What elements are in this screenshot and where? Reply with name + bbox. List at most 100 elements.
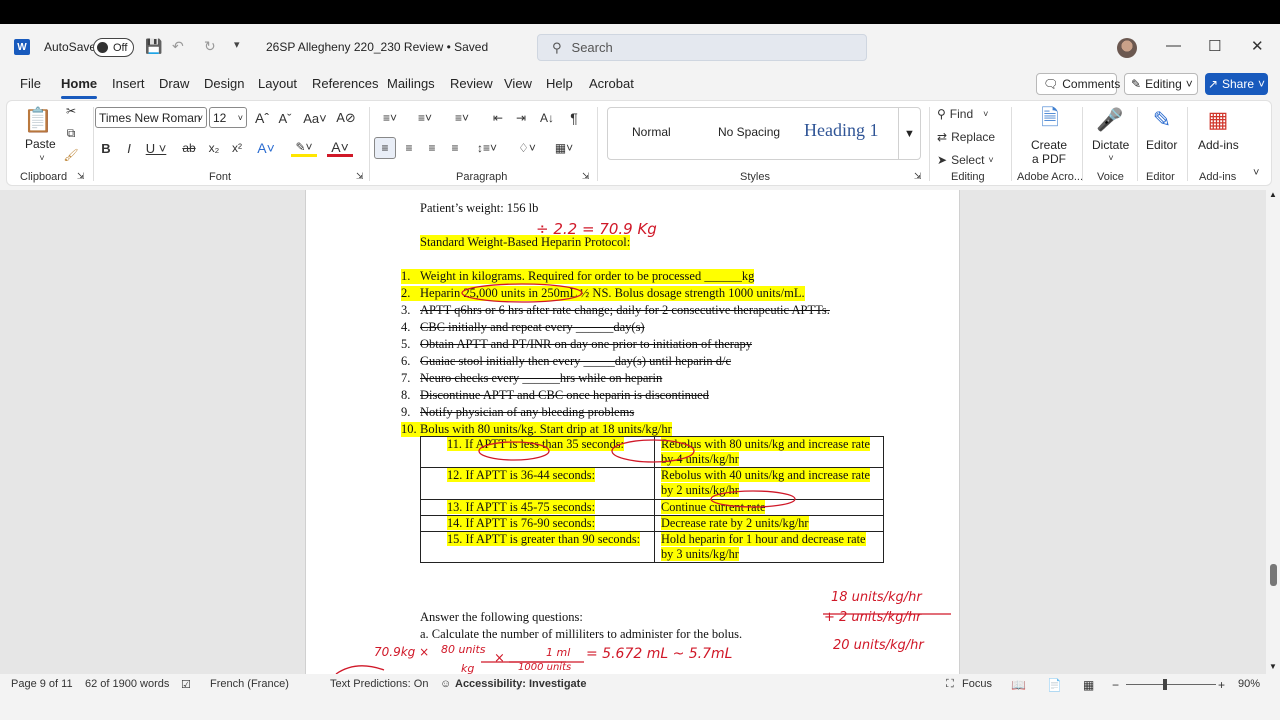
close-icon[interactable]: ✕	[1251, 37, 1264, 55]
zoom-slider[interactable]	[1126, 684, 1216, 685]
underline-icon[interactable]: U ˅	[145, 139, 167, 157]
chevron-down-icon[interactable]: ˅	[1106, 153, 1116, 163]
align-center-icon[interactable]: ≡	[400, 139, 418, 157]
share-button[interactable]: ↗ Share ˅	[1205, 73, 1268, 95]
add-ins-icon[interactable]: ▦	[1205, 105, 1231, 135]
customize-qat-icon[interactable]: ▾	[234, 38, 240, 51]
zoom-level[interactable]: 90%	[1238, 678, 1260, 690]
tab-help[interactable]: Help	[546, 76, 573, 91]
document-canvas[interactable]: Patient’s weight: 156 lb Standard Weight…	[0, 190, 1266, 674]
multilevel-list-icon[interactable]: ≡˅	[449, 109, 475, 127]
bullets-icon[interactable]: ≡˅	[377, 109, 403, 127]
print-layout-icon[interactable]: 📄	[1047, 678, 1062, 692]
create-pdf-icon[interactable]: 🗎	[1035, 105, 1065, 135]
subscript-icon[interactable]: x₂	[207, 139, 221, 157]
minimize-icon[interactable]: —	[1166, 37, 1181, 54]
tab-design[interactable]: Design	[204, 76, 244, 91]
editing-mode-button[interactable]: ✎ Editing ˅	[1124, 73, 1198, 95]
redo-icon[interactable]: ↻	[204, 38, 216, 55]
proofing-icon[interactable]: ☑	[181, 678, 191, 691]
text-effects-icon[interactable]: A˅	[255, 139, 277, 157]
highlight-color-icon[interactable]: ✎˅	[291, 139, 317, 157]
search-box[interactable]: ⚲ Search	[537, 34, 867, 61]
font-size-select[interactable]: 12 ˅	[209, 107, 247, 128]
style-no-spacing[interactable]: No Spacing	[718, 125, 780, 139]
sort-icon[interactable]: A↓	[538, 109, 556, 127]
superscript-icon[interactable]: x²	[230, 139, 244, 157]
document-page[interactable]: Patient’s weight: 156 lb Standard Weight…	[305, 190, 960, 674]
font-name-select[interactable]: Times New Roman ˅	[95, 107, 207, 128]
tab-file[interactable]: File	[20, 76, 41, 91]
format-painter-icon[interactable]: 🖌	[63, 147, 79, 163]
editor-icon[interactable]: ✎	[1149, 105, 1175, 135]
find-button[interactable]: ⚲ Find ˅	[937, 105, 988, 123]
web-layout-icon[interactable]: ▦	[1083, 678, 1094, 692]
shrink-font-icon[interactable]: Aˇ	[275, 109, 295, 127]
autosave-toggle[interactable]: Off	[93, 38, 134, 57]
paste-label[interactable]: Paste	[25, 137, 56, 151]
document-title[interactable]: 26SP Allegheny 220_230 Review • Saved	[266, 40, 488, 54]
align-right-icon[interactable]: ≡	[423, 139, 441, 157]
increase-indent-icon[interactable]: ⇥	[512, 109, 530, 127]
tab-acrobat[interactable]: Acrobat	[589, 76, 634, 91]
avatar[interactable]	[1117, 38, 1137, 58]
maximize-icon[interactable]: ☐	[1208, 37, 1221, 55]
dialog-launcher-icon[interactable]: ⇲	[582, 171, 590, 182]
editor-label[interactable]: Editor	[1146, 138, 1177, 152]
bold-icon[interactable]: B	[99, 139, 113, 157]
add-ins-label[interactable]: Add-ins	[1198, 138, 1239, 152]
change-case-icon[interactable]: Aa˅	[301, 109, 329, 127]
text-predictions[interactable]: Text Predictions: On	[330, 678, 428, 690]
page-count[interactable]: Page 9 of 11	[11, 678, 73, 690]
create-pdf-label[interactable]: Create a PDF	[1021, 138, 1077, 166]
read-mode-icon[interactable]: 📖	[1011, 678, 1026, 692]
dictate-label[interactable]: Dictate	[1092, 138, 1129, 152]
dialog-launcher-icon[interactable]: ⇲	[914, 171, 922, 182]
vertical-scrollbar[interactable]: ▲ ▼	[1266, 190, 1280, 674]
undo-icon[interactable]: ↶	[172, 38, 184, 55]
align-left-icon[interactable]: ≡	[374, 137, 396, 159]
numbering-icon[interactable]: ≡˅	[412, 109, 438, 127]
strikethrough-icon[interactable]: ab	[179, 139, 199, 157]
language[interactable]: French (France)	[210, 678, 289, 690]
tab-draw[interactable]: Draw	[159, 76, 189, 91]
borders-icon[interactable]: ▦˅	[550, 139, 578, 157]
line-spacing-icon[interactable]: ↕≡˅	[473, 139, 501, 157]
save-icon[interactable]: 💾	[145, 38, 162, 55]
accessibility-status[interactable]: Accessibility: Investigate	[455, 678, 586, 690]
chevron-down-icon[interactable]: ˅	[37, 153, 47, 163]
tab-insert[interactable]: Insert	[112, 76, 145, 91]
style-normal[interactable]: Normal	[632, 125, 671, 139]
copy-icon[interactable]: ⧉	[63, 125, 79, 141]
scroll-up-icon[interactable]: ▲	[1269, 190, 1277, 199]
word-count[interactable]: 62 of 1900 words	[85, 678, 169, 690]
comments-button[interactable]: 🗨 Comments	[1036, 73, 1120, 95]
replace-button[interactable]: ⇄ Replace	[937, 128, 995, 146]
tab-review[interactable]: Review	[450, 76, 493, 91]
tab-references[interactable]: References	[312, 76, 378, 91]
clear-formatting-icon[interactable]: A⊘	[336, 109, 356, 127]
font-color-icon[interactable]: A˅	[327, 139, 353, 157]
justify-icon[interactable]: ≡	[446, 139, 464, 157]
tab-layout[interactable]: Layout	[258, 76, 297, 91]
styles-more-icon[interactable]: ▼	[898, 108, 920, 159]
tab-mailings[interactable]: Mailings	[387, 76, 435, 91]
zoom-in-icon[interactable]: +	[1218, 678, 1225, 692]
tab-home[interactable]: Home	[61, 76, 98, 99]
scroll-down-icon[interactable]: ▼	[1269, 662, 1277, 671]
zoom-out-icon[interactable]: −	[1112, 678, 1119, 692]
dialog-launcher-icon[interactable]: ⇲	[77, 171, 85, 182]
paste-icon[interactable]: 📋	[23, 105, 53, 135]
select-button[interactable]: ➤ Select ˅	[937, 151, 994, 169]
shading-icon[interactable]: ♢˅	[513, 139, 541, 157]
cut-icon[interactable]: ✂	[63, 103, 79, 119]
scrollbar-thumb[interactable]	[1270, 564, 1277, 586]
zoom-slider-thumb[interactable]	[1163, 679, 1167, 690]
italic-icon[interactable]: I	[122, 139, 136, 157]
collapse-ribbon-icon[interactable]: ˅	[1253, 167, 1259, 179]
show-formatting-icon[interactable]: ¶	[565, 109, 583, 127]
style-heading-1[interactable]: Heading 1	[804, 120, 878, 141]
tab-view[interactable]: View	[504, 76, 532, 91]
accessibility-icon[interactable]: ☺	[440, 678, 451, 690]
decrease-indent-icon[interactable]: ⇤	[489, 109, 507, 127]
